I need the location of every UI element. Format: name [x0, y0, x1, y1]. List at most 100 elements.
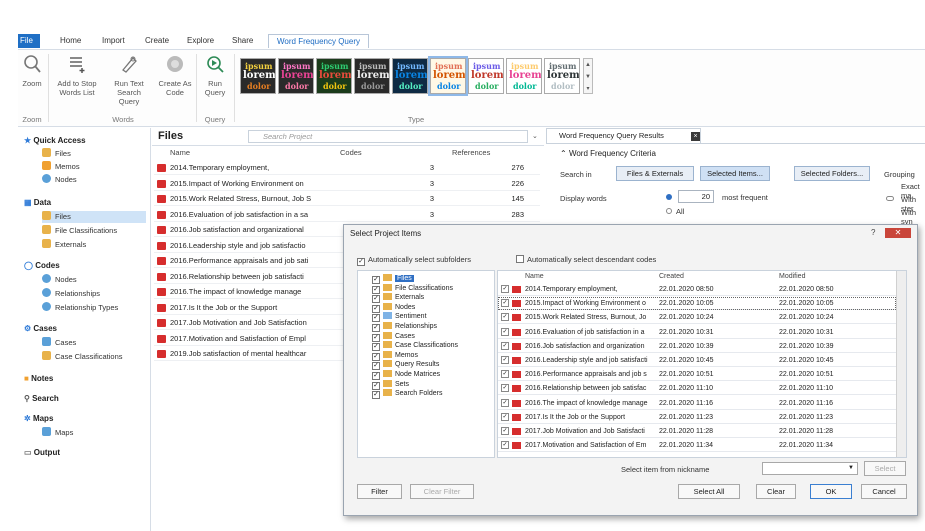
select-all-button[interactable]: Select All	[678, 484, 740, 499]
tree-node[interactable]: ✓ File Classifications	[372, 283, 453, 294]
filter-button[interactable]: Filter	[357, 484, 402, 499]
nav-cases[interactable]: ⚙ Cases	[24, 324, 57, 333]
grid-row[interactable]: ✓ 2015.Work Related Stress, Burnout, Jo 22…	[498, 311, 896, 325]
selected-folders-button[interactable]: Selected Folders...	[794, 166, 870, 181]
all-radio[interactable]	[666, 208, 672, 214]
wordcloud-style-2[interactable]: ipsum lorem dolor	[278, 58, 314, 94]
wordcloud-style-5[interactable]: ipsum lorem dolor	[392, 58, 428, 94]
grid-created-header[interactable]: Created	[659, 273, 684, 280]
zoom-button[interactable]: Zoom	[20, 54, 44, 88]
create-as-code-button[interactable]: Create As Code	[158, 54, 192, 97]
tab-import[interactable]: Import	[102, 34, 125, 48]
tree-node[interactable]: ✓ Memos	[372, 350, 418, 361]
tree-node[interactable]: ✓ Nodes	[372, 302, 415, 313]
wordcloud-style-6[interactable]: ipsum lorem dolor	[428, 56, 468, 96]
nav-item-quick-files[interactable]: Files	[42, 148, 146, 160]
tree-node[interactable]: ✓ Query Results	[372, 360, 439, 371]
checkbox-icon[interactable]: ✓	[501, 398, 509, 407]
grid-row[interactable]: ✓ 2017.Motivation and Satisfaction of Em 2…	[498, 439, 896, 453]
nav-item-file-classifications[interactable]: File Classifications	[42, 225, 146, 237]
nav-codes[interactable]: ◯ Codes	[24, 261, 60, 270]
nav-item-data-files[interactable]: Files	[42, 211, 146, 223]
criteria-header[interactable]: ⌃ Word Frequency Criteria	[560, 149, 656, 158]
tree-node[interactable]: ✓ Search Folders	[372, 389, 442, 400]
table-row[interactable]: 2014.Temporary employment, 3 276	[154, 160, 540, 175]
clear-button[interactable]: Clear	[756, 484, 796, 499]
wordcloud-style-3[interactable]: ipsum lorem dolor	[316, 58, 352, 94]
column-references-header[interactable]: References	[452, 148, 490, 157]
grid-row[interactable]: ✓ 2016.Job satisfaction and organization 2…	[498, 340, 896, 353]
tab-word-frequency-results[interactable]: Word Frequency Query Results ×	[546, 128, 701, 143]
checkbox-icon[interactable]: ✓	[501, 313, 509, 322]
tree-node[interactable]: ✓ Sentiment	[372, 312, 427, 323]
nav-notes[interactable]: ■ Notes	[24, 374, 53, 383]
wordcloud-style-9[interactable]: ipsum lorem dolor	[544, 58, 580, 94]
tab-file[interactable]: File	[18, 34, 40, 48]
cancel-button[interactable]: Cancel	[861, 484, 907, 499]
nickname-select[interactable]: ▼	[762, 462, 858, 475]
column-codes-header[interactable]: Codes	[340, 148, 362, 157]
ok-button[interactable]: OK	[810, 484, 852, 499]
nav-data[interactable]: ▦ Data	[24, 198, 51, 207]
checkbox-icon[interactable]: ✓	[501, 384, 509, 393]
nav-item-memos[interactable]: Memos	[42, 161, 146, 173]
grid-modified-header[interactable]: Modified	[779, 273, 805, 280]
checkbox-icon[interactable]: ✓	[501, 299, 509, 308]
wordcloud-style-1[interactable]: ipsum lorem dolor	[240, 58, 276, 94]
tab-explore[interactable]: Explore	[187, 34, 214, 48]
help-icon[interactable]: ?	[871, 228, 881, 238]
nav-item-relationships[interactable]: Relationships	[42, 288, 146, 300]
auto-descendant-checkbox[interactable]: Automatically select descendant codes	[516, 255, 656, 264]
tree-node[interactable]: ✓ Case Classifications	[372, 341, 458, 352]
tree-node[interactable]: ✓ Externals	[372, 293, 424, 304]
tree-node[interactable]: ✓ Relationships	[372, 322, 437, 332]
checkbox-icon[interactable]: ✓	[501, 356, 509, 364]
nav-item-externals[interactable]: Externals	[42, 239, 146, 251]
table-row[interactable]: 2015.Work Related Stress, Burnout, Job S…	[154, 191, 540, 206]
most-frequent-radio[interactable]	[666, 194, 672, 200]
tree-node[interactable]: ✓ Files	[372, 274, 414, 284]
checkbox-icon[interactable]: ✓	[501, 412, 509, 421]
nav-item-maps[interactable]: Maps	[42, 427, 146, 439]
grid-name-header[interactable]: Name	[525, 273, 544, 280]
checkbox-icon[interactable]: ✓	[501, 327, 509, 336]
nav-quick-access[interactable]: ★ Quick Access	[24, 136, 86, 145]
close-button[interactable]: ✕	[885, 228, 911, 238]
search-project-input[interactable]: Search Project	[248, 130, 528, 143]
run-query-button[interactable]: Run Query	[200, 54, 230, 97]
files-externals-button[interactable]: Files & Externals	[616, 166, 694, 181]
tree-node[interactable]: ✓ Cases	[372, 331, 415, 342]
checkbox-icon[interactable]: ✓	[501, 441, 509, 450]
tree-node[interactable]: ✓ Node Matrices	[372, 370, 440, 380]
wordcloud-style-8[interactable]: ipsum lorem dolor	[506, 58, 542, 94]
grouping-slider-handle[interactable]	[886, 196, 894, 201]
gallery-scroll[interactable]: ▲ ▼ ▾	[583, 58, 593, 94]
tab-home[interactable]: Home	[60, 34, 81, 48]
wordcloud-style-7[interactable]: ipsum lorem dolor	[468, 58, 504, 94]
nav-item-cases[interactable]: Cases	[42, 337, 146, 349]
checkbox-icon[interactable]: ✓	[501, 341, 509, 350]
tab-share[interactable]: Share	[232, 34, 253, 48]
grid-row[interactable]: ✓ 2016.Performance appraisals and job s 22…	[498, 368, 896, 382]
selected-items-button[interactable]: Selected Items...	[700, 166, 770, 181]
grid-row[interactable]: ✓ 2016.Relationship between job satisfac 2…	[498, 382, 896, 396]
grid-row[interactable]: ✓ 2014.Temporary employment, 22.01.2020 08…	[498, 283, 896, 296]
wordcloud-style-4[interactable]: ipsum lorem dolor	[354, 58, 390, 94]
chevron-down-icon[interactable]: ⌄	[532, 132, 538, 140]
auto-subfolders-checkbox[interactable]: ✓ Automatically select subfolders	[357, 255, 471, 266]
grid-row[interactable]: ✓ 2017.Is It the Job or the Support 22.01.…	[498, 411, 896, 424]
grid-row[interactable]: ✓ 2016.The impact of knowledge manage 22.0…	[498, 397, 896, 410]
checkbox-icon[interactable]: ✓	[501, 427, 509, 435]
select-button[interactable]: Select	[864, 461, 906, 476]
checkbox-icon[interactable]: ✓	[501, 285, 509, 293]
tab-word-frequency-query[interactable]: Word Frequency Query	[268, 34, 369, 48]
column-name-header[interactable]: Name	[170, 148, 190, 157]
grid-row[interactable]: ✓ 2017.Job Motivation and Job Satisfacti 2…	[498, 425, 896, 438]
nav-item-case-classifications[interactable]: Case Classifications	[42, 351, 146, 363]
tab-create[interactable]: Create	[145, 34, 169, 48]
nav-item-relationship-types[interactable]: Relationship Types	[42, 302, 146, 314]
run-text-search-button[interactable]: Run Text Search Query	[106, 54, 152, 106]
word-count-input[interactable]: 20	[678, 190, 714, 203]
close-icon[interactable]: ×	[691, 132, 700, 141]
tree-node[interactable]: ✓ Sets	[372, 379, 409, 390]
